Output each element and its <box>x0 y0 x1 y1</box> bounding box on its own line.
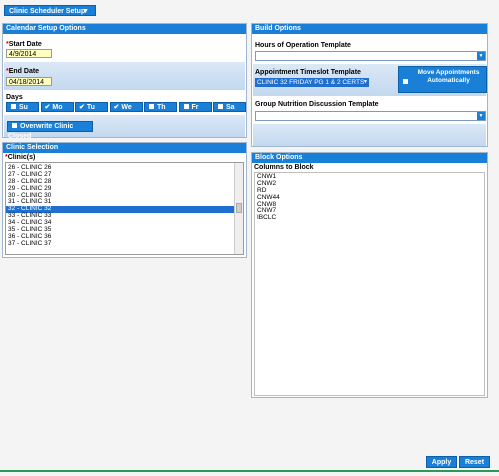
clinic-selection-title: Clinic Selection <box>3 143 246 153</box>
build-options-footer-band <box>253 124 486 146</box>
check-icon: ✔ <box>79 104 85 111</box>
columns-listbox[interactable]: CNW1 CNW2 RD CNW44 CNW8 CNW7 IBCLC <box>254 172 485 396</box>
columns-to-block-label: Columns to Block <box>254 164 314 171</box>
timeslot-template-label: Appointment Timeslot Template <box>255 69 361 76</box>
day-toggle-we[interactable]: ✔ We <box>109 102 143 112</box>
end-date-input[interactable]: 04/18/2014 <box>6 77 52 86</box>
list-item[interactable]: CNW7 <box>255 208 484 215</box>
build-options-title: Build Options <box>252 24 487 34</box>
end-date-label: *End Date <box>6 68 40 75</box>
block-options-title: Block Options <box>252 153 487 163</box>
list-item[interactable]: RD <box>255 187 484 195</box>
checkbox-icon <box>149 104 154 109</box>
checkbox-icon <box>12 123 17 128</box>
dropdown-arrow-icon: ▼ <box>477 52 485 60</box>
start-date-label: *Start Date <box>6 41 42 48</box>
scroll-thumb[interactable] <box>236 203 242 213</box>
timeslot-template-select[interactable]: CLINIC 32 FRIDAY PG 1 & 2 CERTS ▼ <box>255 78 369 87</box>
day-label: Tu <box>86 104 95 111</box>
checkbox-icon <box>11 104 16 109</box>
day-toggle-fr[interactable]: Fr <box>178 102 212 112</box>
day-toggle-su[interactable]: Su <box>6 102 39 112</box>
list-item[interactable]: CNW2 <box>255 180 484 188</box>
checkbox-icon <box>183 104 189 109</box>
clinic-selection-panel: Clinic Selection *Clinic(s) 26 - CLINIC … <box>2 142 247 258</box>
block-options-panel: Block Options Columns to Block CNW1 CNW2 R… <box>251 152 488 398</box>
list-item[interactable]: CNW8 <box>255 201 484 209</box>
day-toggle-th[interactable]: Th <box>144 102 177 112</box>
columns-list: CNW1 CNW2 RD CNW44 CNW8 CNW7 IBCLC <box>255 173 484 222</box>
day-toggle-tu[interactable]: ✔ Tu <box>75 102 108 112</box>
checkbox-icon <box>218 104 223 109</box>
day-label: Mo <box>52 104 63 111</box>
day-label: Sa <box>226 104 235 111</box>
menu-label: Clinic Scheduler Setup <box>9 8 86 15</box>
dropdown-arrow-icon: ▼ <box>363 79 368 85</box>
nutrition-template-label: Group Nutrition Discussion Template <box>255 101 379 108</box>
start-date-input[interactable]: 4/9/2014 <box>6 49 52 58</box>
overwrite-label: Overwrite Clinic Closed <box>8 123 74 140</box>
calendar-setup-title: Calendar Setup Options <box>3 24 246 34</box>
day-label: Su <box>19 104 28 111</box>
move-appointments-label: Move Appointments Automatically <box>417 69 480 84</box>
list-item[interactable]: 37 - CLINIC 37 <box>6 240 243 248</box>
day-toggle-mo[interactable]: ✔ Mo <box>40 102 74 112</box>
clinic-list-scrollbar[interactable] <box>234 163 243 254</box>
reset-button[interactable]: Reset <box>459 456 490 468</box>
calendar-setup-panel: Calendar Setup Options *Start Date 4/9/2… <box>2 23 247 140</box>
day-label: We <box>121 104 132 111</box>
chevron-down-icon: ▼ <box>82 8 89 15</box>
days-label: Days <box>6 94 23 101</box>
apply-button[interactable]: Apply <box>426 456 457 468</box>
list-item[interactable]: CNW44 <box>255 194 484 202</box>
day-label: Th <box>157 104 166 111</box>
build-options-panel: Build Options Hours of Operation Templat… <box>251 23 488 147</box>
hours-of-operation-label: Hours of Operation Template <box>255 42 351 49</box>
bottom-divider <box>0 470 499 472</box>
hours-of-operation-select[interactable]: ▼ <box>255 51 486 61</box>
list-item[interactable]: IBCLC <box>255 214 484 222</box>
clinic-list: 26 - CLINIC 26 27 - CLINIC 27 28 - CLINIC … <box>6 163 243 248</box>
check-icon: ✔ <box>113 104 120 111</box>
checkbox-icon <box>403 79 408 84</box>
day-label: Fr <box>191 104 199 111</box>
nutrition-template-select[interactable]: ▼ <box>255 111 486 121</box>
check-icon: ✔ <box>44 104 51 111</box>
clinics-label: *Clinic(s) <box>5 154 36 161</box>
clinic-listbox[interactable]: 26 - CLINIC 26 27 - CLINIC 27 28 - CLINIC … <box>5 162 244 255</box>
clinic-scheduler-setup-menu[interactable]: Clinic Scheduler Setup ▼ <box>4 5 96 16</box>
list-item[interactable]: CNW1 <box>255 173 484 181</box>
overwrite-clinic-closed-checkbox[interactable]: Overwrite Clinic Closed <box>7 121 93 140</box>
dropdown-arrow-icon: ▼ <box>477 112 485 120</box>
day-toggle-sa[interactable]: Sa <box>213 102 246 112</box>
move-appointments-checkbox[interactable]: Move Appointments Automatically <box>398 66 487 93</box>
days-row: Su ✔ Mo ✔ Tu ✔ We Th Fr Sa <box>6 102 246 112</box>
